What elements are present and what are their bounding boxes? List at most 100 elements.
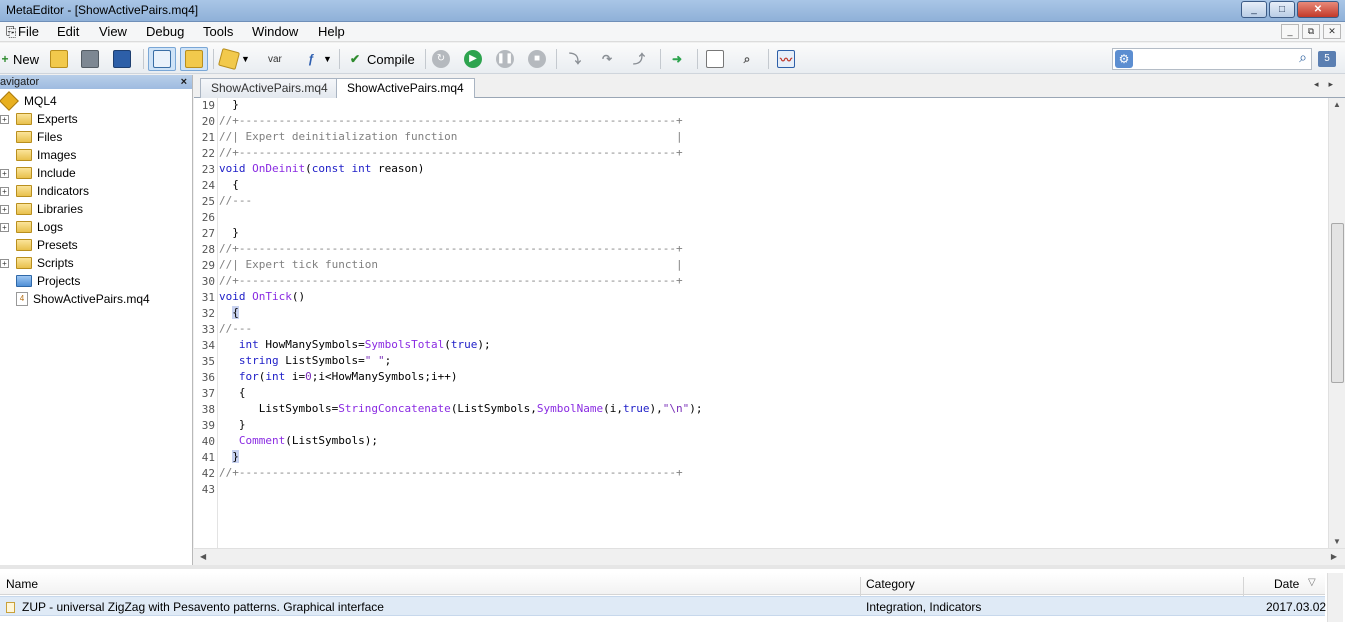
copy-button[interactable] [706,47,727,71]
expand-icon[interactable]: + [0,258,9,268]
minimize-button[interactable]: _ [1241,1,1267,18]
code-line[interactable]: //+-------------------------------------… [219,273,683,289]
code-line[interactable]: //| Expert tick function | [219,257,683,273]
search-results-badge[interactable]: 5 [1318,51,1336,67]
code-line[interactable]: //--- [219,193,252,209]
expand-icon[interactable]: + [0,222,9,232]
scroll-down-icon[interactable]: ▼ [1333,537,1341,546]
insert-variable-button[interactable]: var [268,47,282,71]
compile-button[interactable]: ✔ Compile [346,47,415,71]
code-editor[interactable]: 19 20 21 22 23 24 25 26 27 28 29 30 31 32 33 34 35 36 37 38… [194,98,1345,548]
code-token: Comment [238,434,286,447]
app-menu-icon[interactable]: ⎘ [6,24,16,40]
tree-item-showactivepairs-mq4[interactable]: 4 ShowActivePairs.mq4 [0,290,150,308]
close-button[interactable]: ✕ [1297,1,1339,18]
open-button[interactable] [50,47,71,71]
mdi-restore-button[interactable]: ⧉ [1302,24,1320,39]
find-button[interactable]: ⌕ [738,47,759,71]
code-line[interactable]: } [219,449,239,465]
search-input[interactable] [1137,50,1287,68]
step-into-button[interactable]: ⤵ [566,47,587,71]
tree-item-experts[interactable]: + Experts [0,110,78,128]
code-line[interactable]: //+-------------------------------------… [219,465,683,481]
code-line[interactable]: { [219,305,239,321]
scroll-right-icon[interactable]: ▶ [1331,552,1337,561]
tab-scroll-arrows[interactable]: ◂ ▸ [1314,79,1333,90]
scroll-up-icon[interactable]: ▲ [1333,100,1341,109]
tree-item-scripts[interactable]: + Scripts [0,254,74,272]
tree-root-mql4[interactable]: MQL4 [0,91,57,111]
code-line[interactable]: { [219,385,246,401]
code-line[interactable]: //+-------------------------------------… [219,241,683,257]
expand-icon[interactable]: + [0,168,9,178]
column-name[interactable]: Name [6,577,38,591]
menu-tools[interactable]: Tools [203,24,233,39]
save-button[interactable] [81,47,102,71]
horizontal-scrollbar[interactable]: ◀ ▶ [194,548,1345,565]
column-date[interactable]: Date [1274,577,1299,591]
insert-function-button[interactable]: ƒ ▼ [302,47,332,71]
code-line[interactable]: //| Expert deinitialization function | [219,129,683,145]
code-line[interactable]: //+-------------------------------------… [219,145,683,161]
stop-debug-button[interactable]: ■ [528,47,546,71]
tree-item-images[interactable]: Images [0,146,76,164]
column-category[interactable]: Category [866,577,915,591]
navigator-toggle-button[interactable] [148,47,176,71]
toolbox-toggle-button[interactable] [180,47,208,71]
step-out-button[interactable]: ⤴ [630,47,651,71]
scroll-thumb[interactable] [1331,223,1344,383]
tree-item-projects[interactable]: Projects [0,272,80,290]
search-box[interactable]: ⚙ ⌕ [1112,48,1312,70]
tree-item-presets[interactable]: Presets [0,236,78,254]
code-line[interactable]: for(int i=0;i<HowManySymbols;i++) [219,369,458,385]
expand-icon[interactable]: + [0,204,9,214]
tab-showactivepairs-2[interactable]: ShowActivePairs.mq4 [336,78,475,99]
close-icon[interactable]: × [181,75,187,89]
bottom-vertical-scrollbar[interactable] [1327,573,1343,622]
debug-restart-button[interactable]: ↻ [432,47,450,71]
code-line[interactable]: } [219,97,239,113]
menu-debug[interactable]: Debug [146,24,184,39]
terminal-button[interactable]: 〰 [777,47,798,71]
pause-debug-button[interactable]: ❚❚ [496,47,514,71]
code-line[interactable]: void OnTick() [219,289,305,305]
code-line[interactable]: //+-------------------------------------… [219,113,683,129]
code-line[interactable]: Comment(ListSymbols); [219,433,378,449]
code-line[interactable]: ListSymbols=StringConcatenate(ListSymbol… [219,401,703,417]
tree-item-files[interactable]: Files [0,128,62,146]
expand-icon[interactable]: + [0,186,9,196]
gear-icon[interactable]: ⚙ [1115,50,1133,68]
tree-item-libraries[interactable]: + Libraries [0,200,83,218]
step-over-button[interactable]: ↷ [598,47,619,71]
code-line[interactable]: { [219,177,239,193]
new-button[interactable]: + New [0,47,39,71]
vertical-scrollbar[interactable]: ▲ ▼ [1328,98,1345,548]
menu-file[interactable]: File [18,24,39,39]
tab-showactivepairs-1[interactable]: ShowActivePairs.mq4 [200,78,339,98]
code-line[interactable]: } [219,417,246,433]
table-row[interactable]: ZUP - universal ZigZag with Pesavento pa… [0,596,1326,616]
toggle-breakpoint-button[interactable]: ➜ [668,47,689,71]
search-icon[interactable]: ⌕ [1299,49,1307,66]
code-line[interactable]: int HowManySymbols=SymbolsTotal(true); [219,337,491,353]
expand-icon[interactable]: + [0,114,9,124]
table-row[interactable]: How to build and test a Binary Options s… [0,617,1326,622]
mdi-close-button[interactable]: ✕ [1323,24,1341,39]
code-line[interactable]: string ListSymbols=" "; [219,353,391,369]
menu-help[interactable]: Help [318,24,345,39]
mdi-minimize-button[interactable]: _ [1281,24,1299,39]
save-all-button[interactable] [113,47,134,71]
menu-edit[interactable]: Edit [57,24,79,39]
styler-button[interactable]: ▼ [217,47,250,71]
maximize-button[interactable]: □ [1269,1,1295,18]
menu-view[interactable]: View [99,24,127,39]
code-line[interactable]: //--- [219,321,252,337]
scroll-left-icon[interactable]: ◀ [200,552,206,561]
code-line[interactable]: void OnDeinit(const int reason) [219,161,424,177]
tree-item-include[interactable]: + Include [0,164,76,182]
start-debug-button[interactable]: ▶ [464,47,482,71]
menu-window[interactable]: Window [252,24,298,39]
code-line[interactable]: } [219,225,239,241]
tree-item-indicators[interactable]: + Indicators [0,182,89,200]
tree-item-logs[interactable]: + Logs [0,218,63,236]
